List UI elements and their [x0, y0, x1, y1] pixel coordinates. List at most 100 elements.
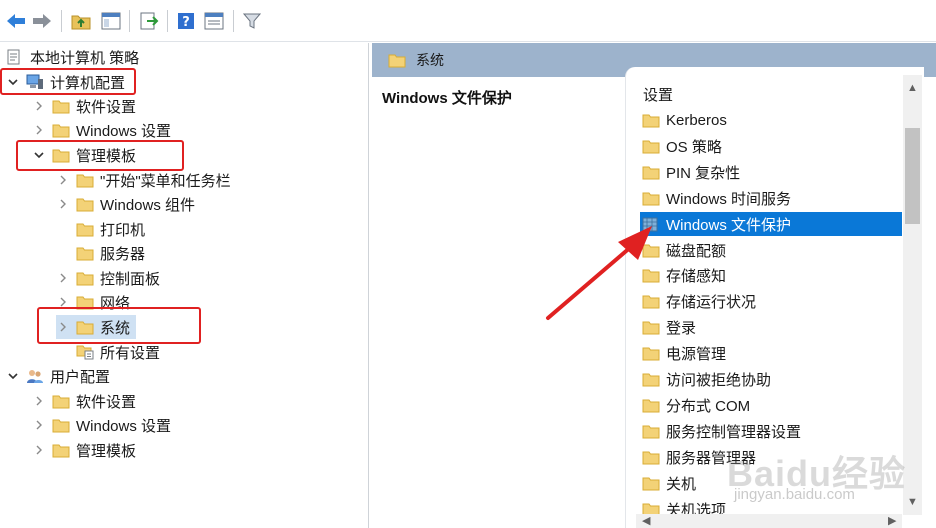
chevron-right-icon[interactable]: [32, 418, 46, 432]
tree-item-label: "开始"菜单和任务栏: [100, 172, 231, 190]
list-item-label: 登录: [666, 319, 697, 337]
tree-item-label: 服务器: [100, 245, 146, 263]
filter-icon[interactable]: [240, 9, 264, 33]
tree-item-control-panel[interactable]: 控制面板: [56, 266, 160, 290]
folder-icon: [52, 122, 70, 138]
folder-icon: [76, 245, 94, 261]
tree-item-label: Windows 设置: [76, 122, 172, 140]
tree-item-start-menu[interactable]: "开始"菜单和任务栏: [56, 168, 231, 192]
tree-root-label: 本地计算机 策略: [30, 49, 140, 67]
list-item-label: 存储运行状况: [666, 293, 757, 311]
folder-icon: [76, 270, 94, 286]
list-item-label: 服务控制管理器设置: [666, 423, 802, 441]
tree-item-windows-components[interactable]: Windows 组件: [56, 192, 195, 216]
tree-item-uc-admin-templates[interactable]: 管理模板: [32, 438, 136, 462]
list-item[interactable]: OS 策略: [640, 134, 902, 158]
folder-icon: [642, 371, 660, 387]
list-item[interactable]: Windows 时间服务: [640, 186, 902, 210]
tree-root[interactable]: 本地计算机 策略: [6, 45, 139, 69]
list-item[interactable]: Kerberos: [640, 108, 902, 132]
scroll-left-arrow-icon[interactable]: ◀: [642, 516, 650, 527]
list-item[interactable]: 存储运行状况: [640, 289, 902, 313]
tree-item-label: 用户配置: [50, 368, 111, 386]
list-column-header-settings[interactable]: 设置: [643, 84, 673, 105]
tree-item-printers[interactable]: 打印机: [76, 217, 145, 241]
list-item[interactable]: 访问被拒绝协助: [640, 367, 902, 391]
watermark-url: jingyan.baidu.com: [734, 486, 855, 503]
back-icon[interactable]: [4, 9, 28, 33]
show-hide-tree-icon[interactable]: [99, 9, 123, 33]
list-item[interactable]: 存储感知: [640, 263, 902, 287]
list-item-selected[interactable]: Windows 文件保护: [640, 212, 902, 236]
folder-icon: [76, 221, 94, 237]
chevron-right-icon[interactable]: [56, 197, 70, 211]
annotation-arrow: [546, 226, 652, 320]
tree-item-label: 软件设置: [76, 393, 137, 411]
annotation-box-computer-config: [0, 68, 136, 95]
folder-icon: [642, 423, 660, 439]
list-item[interactable]: 分布式 COM: [640, 393, 902, 417]
tree-item-cc-windows-settings[interactable]: Windows 设置: [32, 118, 171, 142]
svg-text:?: ?: [182, 15, 190, 30]
folder-icon: [642, 190, 660, 206]
chevron-right-icon[interactable]: [56, 173, 70, 187]
tree-item-cc-software[interactable]: 软件设置: [32, 94, 136, 118]
list-item[interactable]: 服务控制管理器设置: [640, 419, 902, 443]
tree-item-uc-software[interactable]: 软件设置: [32, 389, 136, 413]
list-item-label: PIN 复杂性: [666, 164, 741, 182]
help-icon[interactable]: ?: [174, 9, 198, 33]
tree-item-label: 打印机: [100, 221, 146, 239]
tree-item-label: 软件设置: [76, 98, 137, 116]
folder-icon: [642, 345, 660, 361]
tree-item-servers[interactable]: 服务器: [76, 241, 145, 265]
up-folder-icon[interactable]: [69, 9, 93, 33]
list-item-label: 关机: [666, 475, 697, 493]
tree-item-label: 控制面板: [100, 270, 161, 288]
horizontal-scrollbar[interactable]: [636, 514, 902, 528]
list-item-label: 磁盘配额: [666, 242, 727, 260]
list-item[interactable]: 电源管理: [640, 341, 902, 365]
folder-icon: [642, 112, 660, 128]
list-item[interactable]: PIN 复杂性: [640, 160, 902, 184]
folder-icon: [388, 53, 406, 68]
all-settings-icon: [76, 344, 94, 360]
properties-icon[interactable]: [202, 9, 226, 33]
scroll-right-arrow-icon[interactable]: ▶: [888, 516, 896, 527]
chevron-right-icon[interactable]: [32, 394, 46, 408]
list-item-label: 分布式 COM: [666, 397, 751, 415]
folder-icon: [52, 417, 70, 433]
folder-icon: [76, 196, 94, 212]
chevron-right-icon[interactable]: [32, 123, 46, 137]
tree-item-uc-windows-settings[interactable]: Windows 设置: [32, 413, 171, 437]
folder-icon: [52, 393, 70, 409]
chevron-right-icon[interactable]: [32, 99, 46, 113]
folder-icon: [642, 449, 660, 465]
tree-item-label: 管理模板: [76, 442, 137, 460]
folder-icon: [642, 164, 660, 180]
vertical-scrollbar-thumb[interactable]: [905, 128, 920, 224]
list-item[interactable]: 磁盘配额: [640, 238, 902, 262]
list-item-label: OS 策略: [666, 138, 722, 156]
folder-icon: [642, 138, 660, 154]
list-item-label: Windows 文件保护: [666, 216, 792, 234]
policy-document-icon: [6, 49, 24, 65]
chevron-right-icon[interactable]: [56, 271, 70, 285]
list-item-label: 访问被拒绝协助: [666, 371, 772, 389]
export-list-icon[interactable]: [137, 9, 161, 33]
chevron-right-icon[interactable]: [32, 443, 46, 457]
tree-item-label: 所有设置: [100, 344, 161, 362]
folder-icon: [642, 397, 660, 413]
list-item[interactable]: 登录: [640, 315, 902, 339]
tree-item-user-config[interactable]: 用户配置: [6, 364, 110, 388]
details-header-title: 系统: [416, 52, 444, 68]
folder-icon: [52, 442, 70, 458]
scroll-up-arrow-icon[interactable]: ▲: [907, 83, 918, 94]
folder-icon: [52, 98, 70, 114]
list-item-label: 电源管理: [666, 345, 727, 363]
tree-item-label: Windows 设置: [76, 417, 172, 435]
list-item-label: Kerberos: [666, 111, 727, 129]
chevron-down-icon[interactable]: [6, 369, 20, 383]
toolbar: ?: [0, 0, 936, 42]
forward-icon[interactable]: [30, 9, 54, 33]
scroll-down-arrow-icon[interactable]: ▼: [907, 497, 918, 508]
